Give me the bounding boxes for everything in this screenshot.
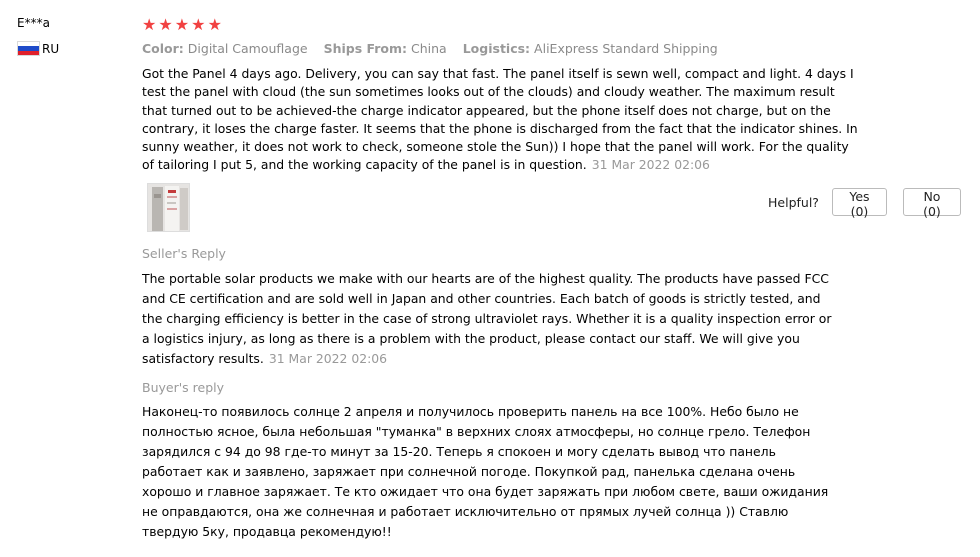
star-icon: ★ (207, 15, 222, 34)
reviewer-country: RU (17, 41, 127, 56)
seller-reply-timestamp: 31 Mar 2022 02:06 (268, 351, 388, 366)
logistics-value: AliExpress Standard Shipping (534, 41, 718, 56)
star-icon: ★ (174, 15, 190, 34)
star-rating: ★ ★ ★ ★ ★ (142, 14, 962, 36)
reviewer-name: E***a (17, 16, 50, 30)
review-timestamp: 31 Mar 2022 02:06 (591, 157, 710, 173)
order-meta: Color: Digital Camouflage Ships From: Ch… (142, 40, 962, 58)
product-photo-icon (148, 184, 189, 231)
helpful-yes-button[interactable]: Yes (0) (831, 188, 887, 219)
helpful-no-button[interactable]: No (0) (902, 188, 961, 219)
star-icon: ★ (191, 15, 206, 34)
russia-flag-icon (17, 41, 40, 56)
logistics-label: Logistics: (462, 41, 531, 56)
color-value: Digital Camouflage (187, 41, 308, 56)
seller-reply-text: The portable solar products we make with… (142, 269, 832, 369)
helpful-voting: Helpful? Yes (0) No (0) (768, 188, 961, 219)
buyer-reply-title: Buyer's reply (142, 380, 225, 395)
seller-reply-body: The portable solar products we make with… (142, 271, 832, 366)
ships-from-value: China (411, 41, 447, 56)
review-content: ★ ★ ★ ★ ★ Color: Digital Camouflage Ship… (142, 14, 962, 539)
review-photo-thumbnail[interactable] (147, 183, 190, 232)
helpful-label: Helpful? (768, 194, 819, 210)
review-body: Got the Panel 4 days ago. Delivery, you … (142, 66, 858, 173)
review-text: Got the Panel 4 days ago. Delivery, you … (142, 65, 862, 175)
ships-from-label: Ships From: (323, 41, 408, 56)
reviewer-info: E***a RU (17, 14, 127, 56)
star-icon: ★ (158, 15, 173, 34)
star-icon: ★ (142, 15, 157, 34)
seller-reply-title: Seller's Reply (142, 246, 226, 261)
buyer-reply-text: Наконец-то появилось солнце 2 апреля и п… (142, 404, 829, 539)
country-code: RU (42, 41, 60, 56)
color-label: Color: (142, 41, 184, 56)
